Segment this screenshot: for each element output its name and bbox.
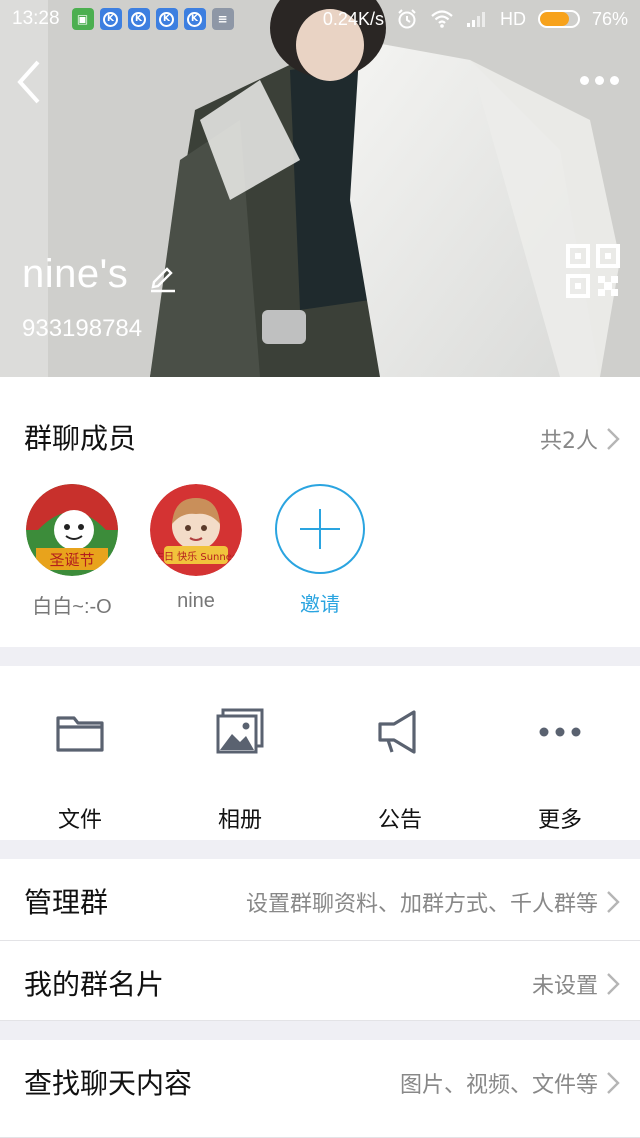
k-app-icon: K bbox=[183, 8, 206, 30]
notification-icons: ▣ K K K K ≡ bbox=[71, 8, 234, 30]
my-group-card-row[interactable]: 我的群名片 未设置 bbox=[0, 941, 640, 1021]
back-arrow-icon bbox=[17, 60, 40, 104]
members-count-link[interactable]: 共2人 bbox=[540, 423, 620, 455]
signal-icon bbox=[466, 12, 485, 27]
group-name: nine's bbox=[22, 252, 129, 296]
net-speed: 0.24K/s bbox=[322, 8, 384, 29]
group-functions: 文件 相册 公告 更多 bbox=[0, 666, 640, 840]
qr-code-button[interactable] bbox=[566, 244, 620, 298]
member-item[interactable]: 圣诞节 白白~:-O bbox=[22, 484, 122, 619]
group-id: 933198784 bbox=[22, 315, 143, 342]
avatar-text: 圣诞节 bbox=[49, 551, 94, 569]
dot-icon bbox=[580, 75, 589, 85]
announcement-button[interactable]: 公告 bbox=[340, 706, 460, 834]
plus-icon bbox=[275, 484, 365, 574]
group-header: 13:28 ▣ K K K K ≡ 0.24K/s HD 76% nine's … bbox=[0, 0, 640, 377]
row-detail: 图片、视频、文件等 bbox=[400, 1067, 620, 1099]
status-bar: 13:28 ▣ K K K K ≡ 0.24K/s HD 76% bbox=[0, 0, 640, 38]
member-name: 白白~:-O bbox=[32, 596, 112, 618]
manage-group-row[interactable]: 管理群 设置群聊资料、加群方式、千人群等 bbox=[0, 859, 640, 941]
more-functions-button[interactable]: 更多 bbox=[500, 706, 620, 834]
invite-label: 邀请 bbox=[300, 594, 340, 616]
megaphone-icon bbox=[378, 710, 416, 754]
k-app-icon: K bbox=[127, 8, 150, 30]
dot-icon bbox=[595, 75, 604, 85]
album-icon bbox=[216, 708, 264, 754]
k-app-icon: K bbox=[155, 8, 178, 30]
member-name: nine bbox=[177, 590, 215, 612]
battery-percent: 76% bbox=[591, 8, 628, 29]
member-avatar-image: 圣诞节 bbox=[26, 484, 118, 576]
chevron-right-icon bbox=[607, 1072, 620, 1094]
members-section: 群聊成员 共2人 圣诞节 白白~:-O 生日 快乐 Sunnee nine 邀请 bbox=[0, 377, 640, 647]
member-avatar-image: 生日 快乐 Sunnee bbox=[150, 484, 242, 576]
files-button[interactable]: 文件 bbox=[20, 706, 140, 834]
edit-name-button[interactable] bbox=[148, 260, 176, 294]
func-label: 更多 bbox=[537, 808, 582, 833]
avatar: 圣诞节 bbox=[26, 484, 118, 576]
func-label: 文件 bbox=[57, 808, 102, 833]
wifi-icon bbox=[431, 10, 453, 28]
k-app-icon: K bbox=[99, 8, 122, 30]
func-label: 公告 bbox=[377, 808, 422, 833]
qr-code-icon bbox=[566, 244, 620, 298]
search-chat-row[interactable]: 查找聊天内容 图片、视频、文件等 bbox=[0, 1040, 640, 1138]
row-title: 管理群 bbox=[24, 886, 109, 919]
more-options-button[interactable] bbox=[580, 66, 626, 94]
back-button[interactable] bbox=[12, 58, 48, 106]
avatar: 生日 快乐 Sunnee bbox=[150, 484, 242, 576]
row-detail: 设置群聊资料、加群方式、千人群等 bbox=[246, 886, 620, 918]
battery-icon bbox=[537, 10, 580, 28]
row-title: 我的群名片 bbox=[24, 968, 165, 1001]
row-detail-text: 未设置 bbox=[531, 974, 598, 999]
more-dots-icon bbox=[539, 727, 581, 737]
invite-button[interactable]: 邀请 bbox=[270, 484, 370, 617]
func-label: 相册 bbox=[217, 808, 262, 833]
avatar-text: 生日 快乐 Sunnee bbox=[154, 550, 238, 563]
chevron-right-icon bbox=[607, 973, 620, 995]
network-type: HD bbox=[499, 8, 526, 29]
pencil-icon bbox=[151, 267, 175, 293]
row-detail-text: 图片、视频、文件等 bbox=[399, 1073, 598, 1098]
status-time: 13:28 bbox=[12, 8, 60, 29]
row-title: 查找聊天内容 bbox=[24, 1067, 193, 1100]
chevron-right-icon bbox=[607, 428, 620, 450]
member-item[interactable]: 生日 快乐 Sunnee nine bbox=[146, 484, 246, 613]
alarm-icon bbox=[398, 9, 416, 29]
dot-icon bbox=[610, 75, 619, 85]
album-button[interactable]: 相册 bbox=[180, 706, 300, 834]
members-title: 群聊成员 bbox=[24, 422, 137, 455]
notes-app-icon: ≡ bbox=[211, 8, 234, 30]
members-count: 共2人 bbox=[540, 429, 598, 454]
row-detail-text: 设置群聊资料、加群方式、千人群等 bbox=[245, 892, 598, 917]
chevron-right-icon bbox=[607, 891, 620, 913]
status-right: 0.24K/s HD 76% bbox=[323, 8, 628, 30]
folder-icon bbox=[56, 716, 104, 752]
shield-icon: ▣ bbox=[71, 8, 94, 30]
row-detail: 未设置 bbox=[532, 968, 620, 1000]
